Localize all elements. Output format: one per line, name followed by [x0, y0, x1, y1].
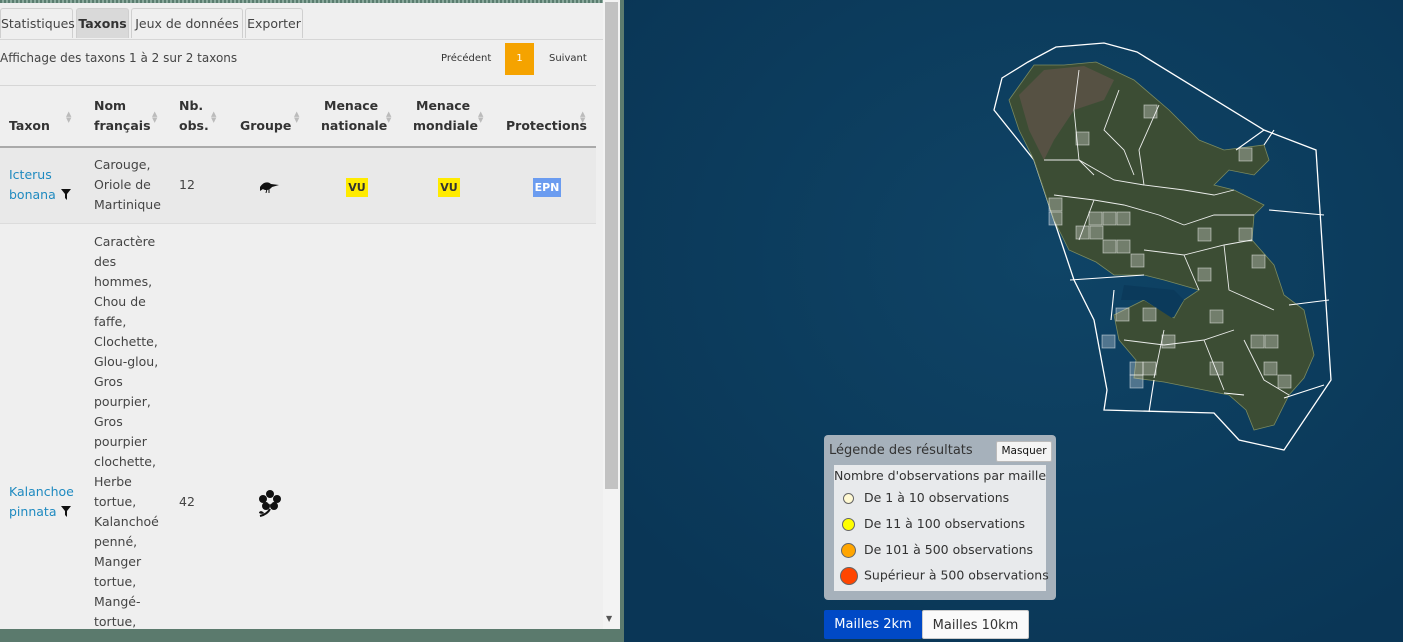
- legend-item: De 1 à 10 observations: [840, 490, 1009, 505]
- results-legend: Légende des résultats Masquer Nombre d'o…: [824, 435, 1056, 600]
- nom-francais-line: Carouge,: [94, 157, 151, 172]
- sort-icon[interactable]: ▲ ▼: [294, 111, 299, 124]
- legend-item: Supérieur à 500 observations: [840, 567, 1049, 585]
- nb-obs-value: 42: [179, 494, 195, 509]
- column-header-label: mondiale: [413, 118, 478, 133]
- legend-item: De 101 à 500 observations: [840, 542, 1033, 558]
- tab-taxons[interactable]: Taxons: [76, 8, 129, 38]
- legend-item-label: De 11 à 100 observations: [864, 516, 1026, 531]
- column-header-label: obs.: [179, 118, 209, 133]
- legend-content: Nombre d'observations par maille De 1 à …: [834, 465, 1049, 591]
- hide-legend-button[interactable]: Masquer: [996, 441, 1052, 462]
- nom-francais-line: penné,: [94, 534, 138, 549]
- column-header-label: Menace: [416, 98, 471, 113]
- sort-icon[interactable]: ▲ ▼: [386, 111, 391, 124]
- table-info: Affichage des taxons 1 à 2 sur 2 taxons: [0, 51, 238, 65]
- legend-item: De 11 à 100 observations: [840, 516, 1025, 531]
- legend-item-label: De 101 à 500 observations: [864, 542, 1034, 557]
- legend-item-label: Supérieur à 500 observations: [864, 567, 1049, 583]
- panel-body: Statistiques Taxons Jeux de données Expo…: [0, 3, 603, 629]
- nom-francais-line: Mangé-: [94, 594, 141, 609]
- plant-icon: [259, 490, 281, 517]
- nom-francais-line: tortue,: [94, 494, 137, 509]
- sort-icon[interactable]: ▲ ▼: [580, 111, 585, 124]
- legend-dot-icon: [841, 543, 856, 558]
- column-header-label: Nom: [94, 98, 127, 113]
- threat-badge-national: VU: [346, 178, 368, 197]
- filter-icon[interactable]: [61, 189, 71, 201]
- nom-francais-line: hommes,: [94, 274, 153, 289]
- nom-francais-line: pourpier: [94, 434, 147, 449]
- nom-francais-line: Herbe: [94, 474, 132, 489]
- column-header-taxon[interactable]: Taxon: [9, 116, 50, 136]
- legend-title: Légende des résultats: [829, 443, 973, 458]
- pagination-next[interactable]: Suivant: [549, 53, 587, 64]
- header-divider: [0, 85, 596, 86]
- sort-icon[interactable]: ▲ ▼: [211, 111, 216, 124]
- filter-icon[interactable]: [61, 506, 71, 518]
- scroll-down-arrow-icon[interactable]: ▼: [606, 614, 612, 623]
- nom-francais-line: tortue,: [94, 614, 137, 629]
- nb-obs-value: 12: [179, 177, 195, 192]
- threat-badge-global: VU: [438, 178, 460, 197]
- nom-francais-line: Manger: [94, 554, 142, 569]
- sort-icon[interactable]: ▲ ▼: [66, 111, 71, 124]
- tab-divider: [0, 39, 603, 40]
- column-header-label: français: [94, 118, 151, 133]
- bird-icon: [260, 182, 279, 193]
- sort-icon[interactable]: ▲ ▼: [152, 111, 157, 124]
- protection-badge: EPN: [533, 178, 561, 197]
- nom-francais-line: Caractère: [94, 234, 156, 249]
- taxon-name-link[interactable]: Kalanchoe: [9, 482, 74, 502]
- nom-francais-line: Oriole de: [94, 177, 151, 192]
- legend-dot-icon: [840, 567, 858, 585]
- column-header-label: Menace: [324, 98, 379, 113]
- tab-jeux-de-donnees[interactable]: Jeux de données: [131, 8, 243, 38]
- column-header-label: nationale: [321, 118, 388, 133]
- nom-francais-line: faffe,: [94, 314, 127, 329]
- column-header-groupe[interactable]: Groupe: [240, 116, 291, 136]
- tab-exporter[interactable]: Exporter: [245, 8, 303, 38]
- tab-statistiques[interactable]: Statistiques: [0, 8, 75, 38]
- table-row[interactable]: [0, 148, 596, 223]
- taxa-panel: Statistiques Taxons Jeux de données Expo…: [0, 0, 620, 642]
- nom-francais-line: Clochette,: [94, 334, 158, 349]
- scrollbar-thumb[interactable]: [605, 2, 618, 489]
- row-divider: [0, 223, 596, 224]
- nom-francais-line: des: [94, 254, 117, 269]
- nom-francais-line: tortue,: [94, 574, 137, 589]
- legend-subtitle: Nombre d'observations par maille: [834, 468, 1047, 483]
- legend-dot-icon: [842, 518, 855, 531]
- nom-francais-line: clochette,: [94, 454, 156, 469]
- nom-francais-line: Martinique: [94, 197, 161, 212]
- grid-10km-button[interactable]: Mailles 10km: [922, 610, 1029, 639]
- nom-francais-line: pourpier,: [94, 394, 151, 409]
- nom-francais-line: Kalanchoé: [94, 514, 159, 529]
- grid-2km-button[interactable]: Mailles 2km: [824, 610, 922, 639]
- taxon-name-link[interactable]: bonana: [9, 185, 56, 205]
- column-header-label: Nb.: [179, 98, 204, 113]
- pagination-page-1[interactable]: 1: [505, 43, 534, 75]
- legend-dot-icon: [843, 493, 854, 504]
- legend-item-label: De 1 à 10 observations: [864, 490, 1010, 505]
- nom-francais-line: Gros: [94, 414, 123, 429]
- nom-francais-line: Gros: [94, 374, 123, 389]
- bottom-bar: [0, 629, 624, 642]
- sort-icon[interactable]: ▲ ▼: [478, 111, 483, 124]
- taxon-name-link[interactable]: pinnata: [9, 502, 56, 522]
- pagination-previous[interactable]: Précédent: [441, 53, 491, 64]
- column-header-protections[interactable]: Protections: [506, 116, 587, 136]
- nom-francais-line: Chou de: [94, 294, 146, 309]
- nom-francais-line: Glou-glou,: [94, 354, 159, 369]
- taxon-name-link[interactable]: Icterus: [9, 165, 52, 185]
